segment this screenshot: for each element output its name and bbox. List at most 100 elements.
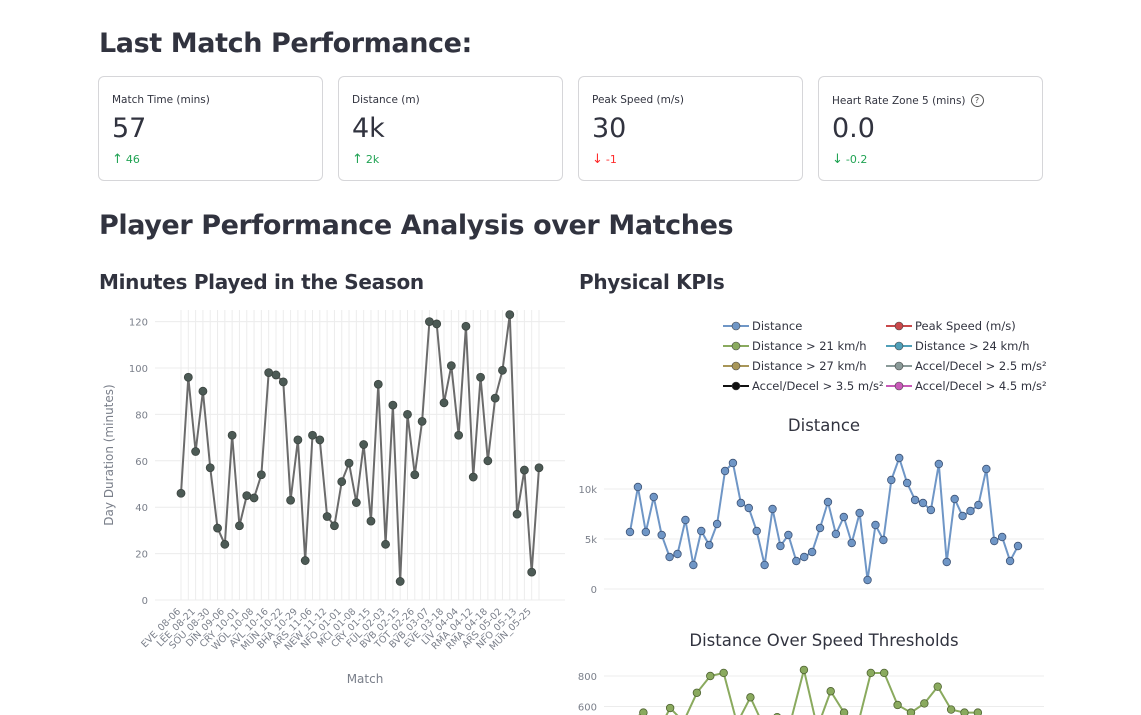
minutes-data-point <box>373 379 383 389</box>
speed-threshold-data-point <box>946 705 956 714</box>
distance-data-point <box>942 557 951 567</box>
speed-threshold-data-point <box>639 708 648 715</box>
legend-label: Accel/Decel > 3.5 m/s² <box>752 379 884 393</box>
x-axis-label: Match <box>347 672 384 686</box>
minutes-data-point <box>322 512 332 521</box>
minutes-chart-title: Minutes Played in the Season <box>99 270 424 294</box>
minutes-data-point <box>344 458 354 468</box>
distance-data-point <box>1005 556 1015 566</box>
minutes-data-point <box>198 386 208 396</box>
distance-data-point <box>934 459 944 469</box>
distance-data-point <box>760 560 769 570</box>
minutes-data-point <box>366 516 376 526</box>
distance-data-point <box>697 526 706 536</box>
minutes-data-point <box>351 498 361 507</box>
metric-delta: ↑ 46 <box>112 153 140 166</box>
minutes-data-point <box>242 491 252 501</box>
speed-threshold-data-point <box>906 708 916 715</box>
metric-delta-value: -1 <box>605 153 617 166</box>
legend-swatch-marker <box>894 341 904 351</box>
minutes-data-point <box>191 447 201 456</box>
minutes-data-point <box>176 488 186 498</box>
metric-delta-value: 2k <box>365 153 380 166</box>
minutes-data-point <box>512 509 522 519</box>
metric-delta: ↑ 2k <box>352 153 379 166</box>
minutes-data-point <box>490 393 500 403</box>
legend-label: Distance > 27 km/h <box>752 359 867 373</box>
distance-data-point <box>736 498 746 508</box>
legend-swatch-marker <box>731 341 741 351</box>
minutes-data-point <box>205 463 215 473</box>
legend-label: Accel/Decel > 2.5 m/s² <box>915 359 1047 373</box>
arrow-up-icon: ↑ <box>112 152 123 167</box>
metric-label: Peak Speed (m/s) <box>592 94 684 106</box>
distance-data-point <box>712 519 722 529</box>
distance-data-point <box>910 495 920 505</box>
y-tick-label: 20 <box>135 550 148 561</box>
y-tick-label: 600 <box>578 703 597 714</box>
arrow-down-icon: ↓ <box>832 152 843 167</box>
minutes-data-point <box>249 493 259 503</box>
metric-label: Heart Rate Zone 5 (mins) <box>832 94 966 107</box>
minutes-data-point <box>527 567 537 577</box>
metric-card-match-time: Match Time (mins) 57 ↑ 46 <box>98 76 323 181</box>
physical-kpis-chart[interactable]: Distance Peak Speed (m/s) Distance > 21 km… <box>570 305 1060 715</box>
y-tick-label: 80 <box>135 410 148 421</box>
y-tick-label: 5k <box>585 535 597 546</box>
distance-data-point <box>728 458 738 468</box>
distance-data-point <box>831 529 841 539</box>
distance-data-point <box>720 466 730 476</box>
distance-data-point <box>657 530 666 540</box>
minutes-data-point <box>432 319 442 329</box>
distance-data-point <box>918 498 928 508</box>
distance-data-point <box>997 532 1007 542</box>
legend-swatch-marker <box>894 381 904 391</box>
distance-data-point <box>784 530 793 540</box>
distance-data-point <box>895 453 904 463</box>
minutes-data-point <box>315 435 325 445</box>
minutes-data-point <box>235 521 244 531</box>
minutes-played-chart[interactable]: 020406080100120Day Duration (minutes)EVE… <box>99 305 574 700</box>
minutes-data-point <box>264 368 274 378</box>
speed-threshold-data-point <box>692 688 702 697</box>
minutes-data-point <box>213 523 222 533</box>
distance-data-point <box>776 541 785 551</box>
minutes-data-point <box>505 310 515 320</box>
y-tick-label: 0 <box>142 596 148 607</box>
distance-data-point <box>752 526 761 536</box>
speed-threshold-data-point <box>746 693 755 702</box>
distance-data-point <box>792 556 801 566</box>
minutes-data-point <box>359 440 369 449</box>
distance-data-point <box>665 552 674 562</box>
distance-data-point <box>855 508 864 518</box>
speed-threshold-data-point <box>933 682 942 691</box>
minutes-data-point <box>403 410 412 419</box>
question-circle-icon[interactable]: ? <box>970 94 984 107</box>
distance-data-point <box>990 536 999 546</box>
minutes-data-point <box>388 400 398 410</box>
minutes-series-line <box>180 314 540 582</box>
metric-delta-value: 46 <box>125 153 140 166</box>
distance-data-point <box>871 520 880 530</box>
minutes-data-point <box>454 430 464 440</box>
speed-threshold-data-point <box>665 703 675 713</box>
page-title: Last Match Performance: <box>99 28 472 59</box>
distance-data-point <box>823 497 833 507</box>
legend-label: Distance <box>752 319 802 333</box>
metric-delta: ↓ -0.2 <box>832 153 867 166</box>
legend-label: Peak Speed (m/s) <box>915 319 1016 333</box>
y-tick-label: 120 <box>129 318 148 329</box>
metric-delta-value: -0.2 <box>845 153 868 166</box>
minutes-data-point <box>395 577 405 586</box>
speed-threshold-data-point <box>893 700 902 710</box>
metric-label: Distance (m) <box>352 94 420 106</box>
distance-data-point <box>926 505 936 515</box>
legend-swatch-marker <box>894 361 904 371</box>
metric-label-row: Heart Rate Zone 5 (mins)? <box>832 94 984 107</box>
y-tick-label: 40 <box>135 503 148 514</box>
legend-swatch-marker <box>731 321 741 331</box>
distance-data-point <box>625 527 635 537</box>
speed-threshold-data-point <box>826 687 835 696</box>
speed-threshold-data-point <box>920 699 929 708</box>
minutes-data-point <box>308 430 317 440</box>
